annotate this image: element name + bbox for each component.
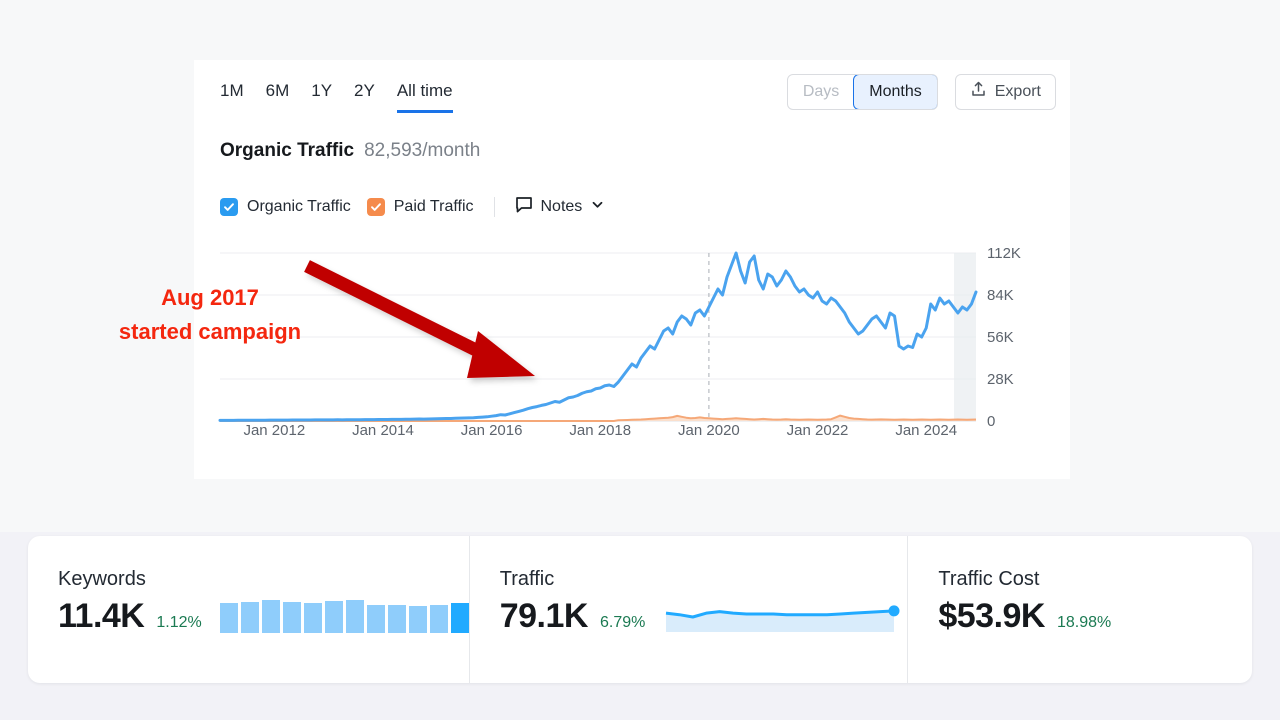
keywords-mini-bar-chart — [220, 600, 469, 633]
x-axis-tick: Jan 2012 — [229, 423, 319, 438]
notes-label: Notes — [541, 198, 583, 216]
stat-value-row: 11.4K 1.12% — [58, 597, 469, 636]
range-tab-1y[interactable]: 1Y — [311, 80, 332, 113]
metric-summary: Organic Traffic 82,593/month — [220, 140, 480, 162]
checkbox-checked-icon[interactable] — [220, 198, 238, 216]
export-button[interactable]: Export — [955, 74, 1056, 110]
mini-bar — [241, 602, 259, 633]
metric-value: 82,593/month — [364, 140, 480, 162]
toolbar-right-controls: DaysMonths Export — [787, 74, 1056, 110]
mini-bar — [220, 603, 238, 633]
stat-value: 79.1K — [500, 597, 588, 636]
stat-label: Traffic — [500, 568, 908, 591]
chart-legend: Organic Traffic Paid Traffic Notes — [220, 195, 605, 219]
stat-value: 11.4K — [58, 597, 144, 636]
export-label: Export — [995, 83, 1041, 101]
stat-value-row: $53.9K 18.98% — [938, 597, 1252, 636]
y-axis-tick: 56K — [987, 330, 1014, 345]
x-axis-tick: Jan 2020 — [664, 423, 754, 438]
mini-bar — [451, 603, 469, 633]
export-icon — [970, 81, 987, 103]
traffic-sparkline — [663, 600, 907, 634]
campaign-annotation: Aug 2017 started campaign — [60, 281, 360, 349]
chevron-down-icon — [590, 197, 605, 217]
stat-value-row: 79.1K 6.79% — [500, 597, 908, 636]
stat-delta: 6.79% — [600, 614, 645, 632]
legend-label: Organic Traffic — [247, 198, 351, 216]
summary-stats-card: Keywords11.4K1.12%Traffic79.1K6.79%Traff… — [28, 536, 1252, 683]
stat-traffic: Traffic 79.1K 6.79% — [469, 536, 908, 683]
range-tab-1m[interactable]: 1M — [220, 80, 244, 113]
range-tab-6m[interactable]: 6M — [266, 80, 290, 113]
page-root: 1M6M1Y2YAll time DaysMonths Export Orga — [0, 0, 1280, 720]
stat-value: $53.9K — [938, 597, 1045, 636]
granularity-toggle[interactable]: DaysMonths — [787, 74, 938, 110]
y-axis-tick: 0 — [987, 414, 995, 429]
legend-divider — [494, 197, 495, 217]
checkbox-checked-icon[interactable] — [367, 198, 385, 216]
mini-bar — [262, 600, 280, 633]
y-axis-tick: 112K — [987, 246, 1021, 261]
mini-bar — [304, 603, 322, 633]
range-tab-2y[interactable]: 2Y — [354, 80, 375, 113]
chart-toolbar: 1M 6M 1Y 2Y All time DaysMonths Export — [194, 60, 1070, 126]
mini-bar — [283, 602, 301, 633]
granularity-days[interactable]: Days — [788, 75, 854, 109]
x-axis-tick: Jan 2018 — [555, 423, 645, 438]
stat-delta: 1.12% — [156, 614, 201, 632]
x-axis-tick: Jan 2016 — [447, 423, 537, 438]
y-axis-tick: 84K — [987, 288, 1014, 303]
mini-bar — [325, 601, 343, 633]
mini-bar — [367, 605, 385, 633]
legend-item-paid-traffic[interactable]: Paid Traffic — [367, 198, 474, 216]
mini-bar — [430, 605, 448, 633]
y-axis-tick: 28K — [987, 372, 1014, 387]
metric-title: Organic Traffic — [220, 140, 354, 162]
stat-delta: 18.98% — [1057, 614, 1111, 632]
legend-item-organic-traffic[interactable]: Organic Traffic — [220, 198, 351, 216]
note-bubble-icon — [515, 196, 533, 219]
x-axis-tick: Jan 2014 — [338, 423, 428, 438]
x-axis-tick: Jan 2022 — [773, 423, 863, 438]
mini-bar — [409, 606, 427, 633]
x-axis-tick: Jan 2024 — [881, 423, 971, 438]
stat-keywords: Keywords 11.4K 1.12% — [28, 536, 469, 683]
stat-traffic-cost: Traffic Cost $53.9K 18.98% — [907, 536, 1252, 683]
mini-bar — [388, 605, 406, 633]
legend-label: Paid Traffic — [394, 198, 474, 216]
stat-label: Keywords — [58, 568, 469, 591]
range-tab-all-time[interactable]: All time — [397, 80, 453, 113]
notes-dropdown[interactable]: Notes — [515, 196, 606, 219]
stat-label: Traffic Cost — [938, 568, 1252, 591]
mini-bar — [346, 600, 364, 633]
granularity-months[interactable]: Months — [853, 74, 937, 110]
date-range-tabs: 1M 6M 1Y 2Y All time — [220, 80, 453, 113]
